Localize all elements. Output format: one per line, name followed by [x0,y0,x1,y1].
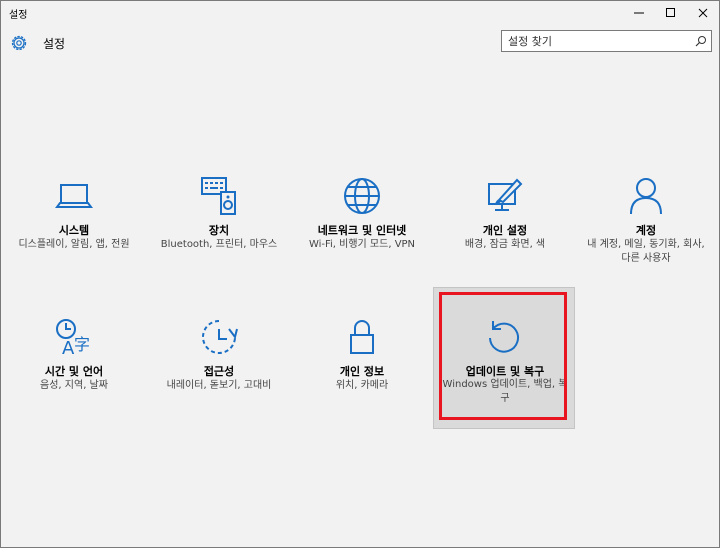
settings-header: 설정 [1,25,719,61]
tile-label: 시간 및 언어 [44,365,104,378]
gear-icon [11,35,27,51]
tile-ease-of-access[interactable]: 접근성 내레이터, 돋보기, 고대비 [149,317,289,451]
minimize-button[interactable] [623,1,655,25]
tile-label: 개인 정보 [339,365,385,378]
tile-description: Wi-Fi, 비행기 모드, VPN [308,239,416,250]
search-icon[interactable] [695,35,707,47]
window-title: 설정 [9,10,28,21]
tile-label: 네트워크 및 인터넷 [317,224,407,237]
settings-window: 설정 설정 시스템 디스플레이, 알림, 앱, [0,0,720,548]
tile-label: 시스템 [58,224,90,237]
tile-description: Bluetooth, 프린터, 마우스 [160,239,278,250]
ease-of-access-icon [199,317,239,357]
laptop-icon [54,176,94,216]
maximize-icon [666,8,675,17]
tile-description: Windows 업데이트, 백업, 복구 [442,379,568,404]
tile-description: 내 계정, 메일, 동기화, 회사, 다른 사용자 [587,239,705,264]
update-icon [484,318,524,358]
tile-privacy[interactable]: 개인 정보 위치, 카메라 [292,317,432,451]
tile-description: 배경, 잠금 화면, 색 [464,239,546,250]
tile-label: 업데이트 및 복구 [465,365,545,378]
tile-update-recovery[interactable]: 업데이트 및 복구 Windows 업데이트, 백업, 복구 [433,287,575,429]
tile-label: 장치 [208,224,230,237]
globe-icon [342,176,382,216]
close-button[interactable] [687,1,719,25]
search-input[interactable] [502,31,692,51]
tile-system[interactable]: 시스템 디스플레이, 알림, 앱, 전원 [4,176,144,310]
minimize-icon [634,12,644,14]
tile-description: 음성, 지역, 날짜 [40,380,108,391]
devices-icon [199,176,239,216]
search-box[interactable] [501,30,712,52]
tile-label: 접근성 [203,365,235,378]
tile-network[interactable]: 네트워크 및 인터넷 Wi-Fi, 비행기 모드, VPN [292,176,432,310]
tile-description: 디스플레이, 알림, 앱, 전원 [18,239,130,250]
close-icon [698,8,708,18]
tile-description: 위치, 카메라 [335,380,389,391]
tile-accounts[interactable]: 계정 내 계정, 메일, 동기화, 회사, 다른 사용자 [576,176,716,310]
tile-label: 계정 [635,224,657,237]
page-title: 설정 [43,37,66,51]
maximize-button[interactable] [655,1,687,25]
lock-icon [342,317,382,357]
tile-time-language[interactable]: A字 시간 및 언어 음성, 지역, 날짜 [4,317,144,451]
time-language-icon: A字 [54,317,94,357]
tile-description: 내레이터, 돋보기, 고대비 [166,380,272,391]
paint-icon [485,176,525,216]
person-icon [626,176,666,216]
tile-devices[interactable]: 장치 Bluetooth, 프린터, 마우스 [149,176,289,310]
svg-text:字: 字 [74,335,90,354]
tile-label: 개인 설정 [482,224,528,237]
title-bar: 설정 [1,1,719,25]
